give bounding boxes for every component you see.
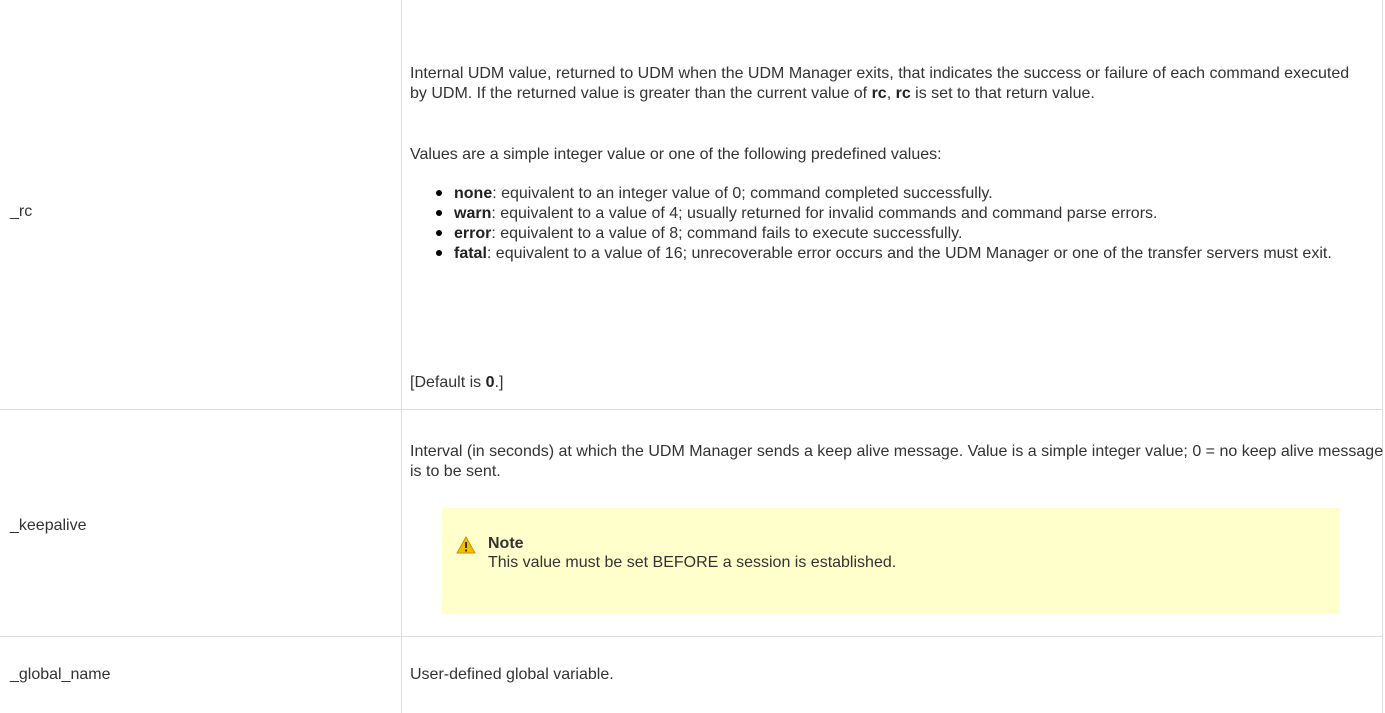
warning-icon <box>456 536 476 554</box>
rc-description-paragraph: Internal UDM value, returned to UDM when… <box>410 65 1350 102</box>
list-item: none: equivalent to an integer value of … <box>430 184 1360 204</box>
keepalive-description: Interval (in seconds) at which the UDM M… <box>410 443 1384 480</box>
row-divider <box>0 636 1383 637</box>
note-text: This value must be set BEFORE a session … <box>488 554 897 571</box>
note-title: Note <box>488 535 524 552</box>
param-name-keepalive: _keepalive <box>10 517 87 534</box>
note-panel: Note This value must be set BEFORE a ses… <box>442 508 1340 614</box>
rc-default: [Default is 0.] <box>410 374 504 391</box>
param-name-rc: _rc <box>10 203 33 220</box>
rc-values-list: none: equivalent to an integer value of … <box>430 184 1360 264</box>
list-item: warn: equivalent to a value of 4; usuall… <box>430 204 1360 224</box>
table-column-divider <box>401 0 402 713</box>
row-divider <box>0 409 1383 410</box>
global-name-description: User-defined global variable. <box>410 666 614 683</box>
rc-values-intro: Values are a simple integer value or one… <box>410 146 942 163</box>
list-item: fatal: equivalent to a value of 16; unre… <box>430 244 1360 264</box>
table-right-border <box>1382 0 1383 713</box>
list-item: error: equivalent to a value of 8; comma… <box>430 224 1360 244</box>
param-name-global-name: _global_name <box>10 666 111 683</box>
